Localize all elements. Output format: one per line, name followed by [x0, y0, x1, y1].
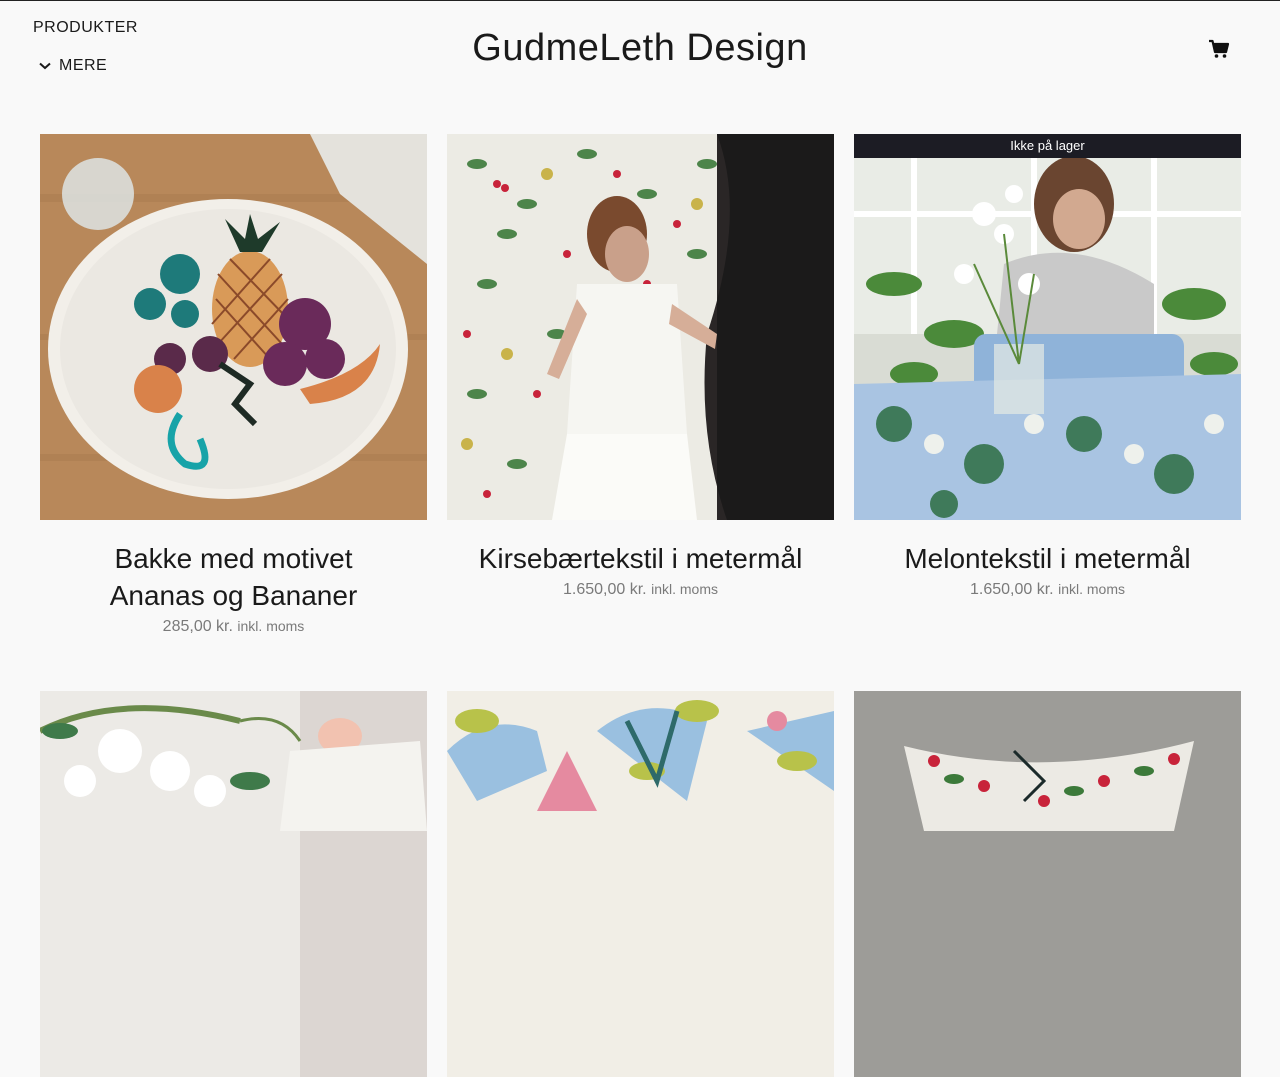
price-tax: inkl. moms — [237, 618, 305, 634]
product-grid: Bakke med motivet Ananas og Bananer 285,… — [40, 134, 1241, 1077]
product-image[interactable] — [40, 691, 427, 1077]
product-card[interactable] — [447, 691, 834, 1077]
product-image[interactable] — [40, 134, 427, 520]
price-value: 285,00 kr. — [162, 618, 233, 635]
product-title[interactable]: Bakke med motivet Ananas og Bananer — [40, 540, 427, 614]
site-title[interactable]: GudmeLeth Design — [0, 27, 1280, 70]
price-tax: inkl. moms — [651, 581, 718, 597]
product-price: 1.650,00 kr. inkl. moms — [447, 581, 834, 599]
product-title[interactable]: Melontekstil i metermål — [854, 540, 1241, 577]
product-title[interactable]: Kirsebærtekstil i metermål — [447, 540, 834, 577]
product-card[interactable]: Bakke med motivet Ananas og Bananer 285,… — [40, 134, 427, 636]
product-image[interactable] — [854, 691, 1241, 1077]
product-card[interactable] — [40, 691, 427, 1077]
product-image[interactable] — [447, 691, 834, 1077]
stock-badge: Ikke på lager — [854, 134, 1241, 158]
product-card[interactable] — [854, 691, 1241, 1077]
product-card[interactable]: Ikke på lager Melontekstil i metermål 1.… — [854, 134, 1241, 636]
product-card[interactable]: Kirsebærtekstil i metermål 1.650,00 kr. … — [447, 134, 834, 636]
product-price: 285,00 kr. inkl. moms — [40, 618, 427, 636]
product-price: 1.650,00 kr. inkl. moms — [854, 581, 1241, 599]
product-image[interactable]: Ikke på lager — [854, 134, 1241, 520]
price-value: 1.650,00 kr. — [970, 581, 1054, 598]
price-value: 1.650,00 kr. — [563, 581, 647, 598]
product-image[interactable] — [447, 134, 834, 520]
price-tax: inkl. moms — [1058, 581, 1125, 597]
shopping-cart-icon[interactable] — [1208, 39, 1232, 61]
